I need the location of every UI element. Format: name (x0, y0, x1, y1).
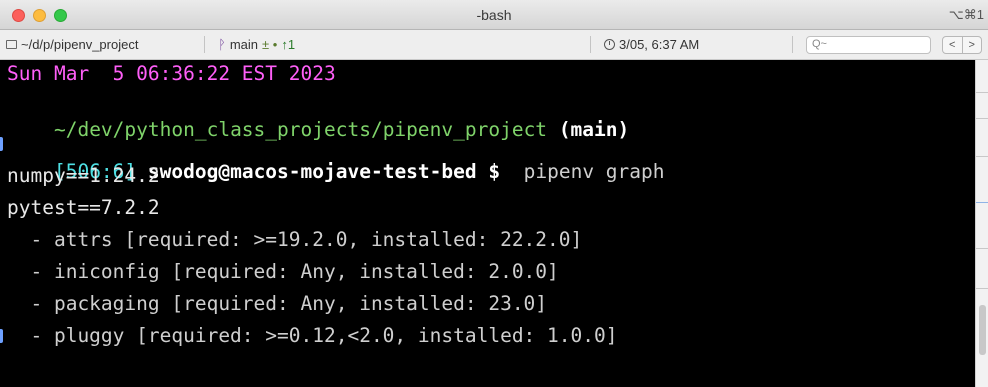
scroll-tick (976, 248, 988, 249)
search-input[interactable]: Q~ (806, 36, 931, 54)
scroll-tick (976, 118, 988, 119)
git-branch-icon: ᚹ (218, 37, 226, 52)
git-ahead-count: ↑1 (281, 37, 296, 52)
status-divider (590, 36, 591, 53)
terminal-output[interactable]: Sun Mar 5 06:36:22 EST 2023 ~/dev/python… (0, 60, 975, 387)
status-bar: ~/d/p/pipenv_project ᚹ main ± • ↑1 3/05,… (0, 30, 988, 60)
search-icon: Q~ (812, 38, 827, 50)
folder-icon (6, 40, 17, 49)
scrollbar[interactable] (975, 60, 988, 387)
output-line: - packaging [required: Any, installed: 2… (7, 292, 548, 315)
scroll-tick (976, 92, 988, 93)
clock-icon (604, 39, 615, 50)
output-line: - attrs [required: >=19.2.0, installed: … (7, 228, 583, 251)
search-navigation: < > (942, 36, 982, 54)
path-component[interactable]: ~/d/p/pipenv_project (6, 37, 138, 52)
git-dirty-indicator: ± • (262, 37, 278, 52)
scroll-tick (976, 288, 988, 289)
cwd-line: ~/dev/python_class_projects/pipenv_proje… (7, 88, 629, 141)
search-previous-button[interactable]: < (943, 37, 963, 53)
status-divider (792, 36, 793, 53)
scroll-tick (976, 156, 988, 157)
output-line: pytest==7.2.2 (7, 196, 160, 219)
output-line: - iniconfig [required: Any, installed: 2… (7, 260, 559, 283)
prompt-user-host: swodog@macos-mojave-test-bed (147, 160, 477, 183)
prompt-line: [506:6] swodog@macos-mojave-test-bed $ p… (7, 130, 665, 183)
clock-label: 3/05, 6:37 AM (619, 37, 700, 52)
clock-component[interactable]: 3/05, 6:37 AM (604, 37, 699, 52)
search-next-button[interactable]: > (963, 37, 982, 53)
git-component[interactable]: ᚹ main ± • ↑1 (218, 37, 295, 52)
command-mark-icon (0, 329, 3, 343)
output-line: numpy==1.24.2 (7, 164, 160, 187)
window-title: -bash (476, 7, 512, 23)
window-titlebar: -bash ⌥⌘1 (0, 0, 988, 30)
git-branch-label: main (229, 37, 258, 52)
window-shortcut: ⌥⌘1 (948, 7, 984, 22)
date-line: Sun Mar 5 06:36:22 EST 2023 (7, 62, 336, 85)
prompt-symbol: $ (488, 160, 501, 183)
scrollbar-thumb[interactable] (979, 305, 986, 355)
output-line: - pluggy [required: >=0.12,<2.0, install… (7, 324, 618, 347)
path-label: ~/d/p/pipenv_project (21, 37, 139, 52)
scroll-tick (976, 202, 988, 203)
status-divider (204, 36, 205, 53)
command-mark-icon (0, 137, 3, 151)
prompt-command: pipenv graph (523, 160, 665, 183)
